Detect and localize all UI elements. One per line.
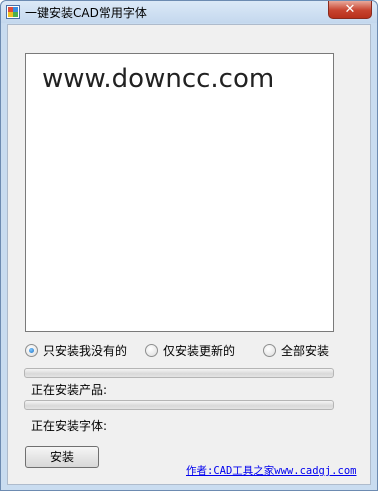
radio-install-updated[interactable]: 仅安装更新的: [145, 342, 235, 358]
font-progress-label: 正在安装字体:: [31, 419, 108, 433]
product-progress-bar: [24, 368, 334, 378]
author-link[interactable]: 作者:CAD工具之家www.cadgj.com: [186, 463, 356, 478]
radio-checked-icon: [25, 343, 38, 357]
radio-install-all-label: 全部安装: [281, 343, 330, 358]
radio-install-all[interactable]: 全部安装: [263, 342, 329, 358]
radio-unchecked-icon: [263, 343, 276, 357]
close-button[interactable]: ✕: [328, 1, 372, 19]
font-progress-bar: [24, 400, 334, 410]
info-textbox[interactable]: www.downcc.com: [25, 53, 334, 332]
product-progress-label: 正在安装产品:: [31, 383, 108, 397]
radio-install-missing-label: 只安装我没有的: [43, 343, 128, 358]
app-icon: [6, 5, 20, 19]
radio-install-updated-label: 仅安装更新的: [163, 343, 236, 358]
radio-install-missing[interactable]: 只安装我没有的: [25, 342, 127, 358]
window-title: 一键安装CAD常用字体: [25, 6, 147, 20]
textbox-text: www.downcc.com: [42, 64, 275, 94]
title-bar[interactable]: 一键安装CAD常用字体 ✕: [1, 1, 377, 23]
install-button[interactable]: 安装: [25, 446, 99, 468]
radio-unchecked-icon: [145, 343, 158, 357]
